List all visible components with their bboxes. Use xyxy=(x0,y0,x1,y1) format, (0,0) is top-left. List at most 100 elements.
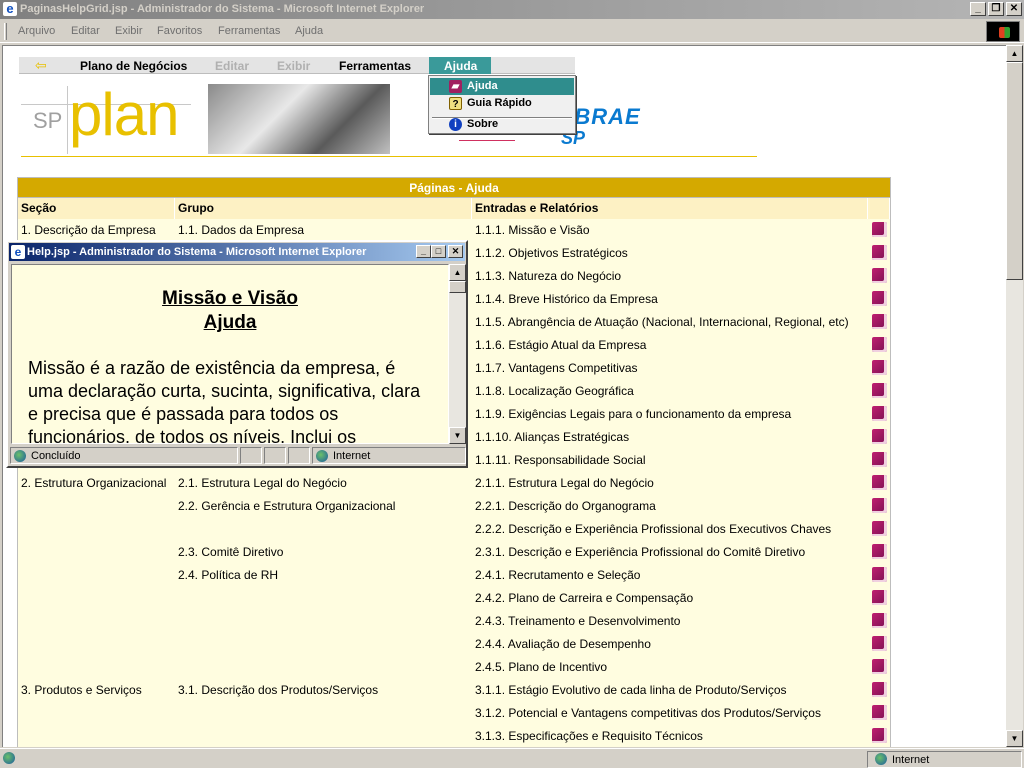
popup-scroll-down-arrow[interactable]: ▼ xyxy=(449,427,466,444)
cell-entrada[interactable]: 1.1.4. Breve Histórico da Empresa xyxy=(472,288,868,311)
help-book-icon[interactable] xyxy=(872,682,887,697)
close-button[interactable]: ✕ xyxy=(1006,2,1022,16)
cell-help xyxy=(870,242,890,265)
popup-scrollbar[interactable]: ▲ ▼ xyxy=(449,264,466,444)
column-header-grupo: Grupo xyxy=(175,198,472,219)
cell-entrada[interactable]: 1.1.9. Exigências Legais para o funciona… xyxy=(472,403,868,426)
help-book-icon[interactable] xyxy=(872,521,887,536)
popup-maximize-button[interactable]: □ xyxy=(431,245,446,258)
cell-entrada[interactable]: 3.1.2. Potencial e Vantagens competitiva… xyxy=(472,702,868,725)
cell-entrada[interactable]: 2.2.1. Descrição do Organograma xyxy=(472,495,868,518)
logo-line xyxy=(67,86,68,154)
help-book-icon[interactable] xyxy=(872,314,887,329)
popup-status-text: Concluído xyxy=(31,450,81,462)
app-nav-bar: ⇦ Plano de Negócios Editar Exibir Ferram… xyxy=(19,57,575,74)
cell-help xyxy=(870,495,890,518)
status-zone-segment xyxy=(867,751,1022,768)
restore-button[interactable]: ❐ xyxy=(988,2,1004,16)
cell-entrada[interactable]: 1.1.8. Localização Geográfica xyxy=(472,380,868,403)
menu-favoritos[interactable]: Favoritos xyxy=(157,25,202,37)
help-book-icon[interactable] xyxy=(872,544,887,559)
help-book-icon[interactable] xyxy=(872,636,887,651)
cell-help xyxy=(870,334,890,357)
table-row: 2.4.3. Treinamento e Desenvolvimento xyxy=(18,610,890,633)
help-book-icon[interactable] xyxy=(872,498,887,513)
cell-entrada[interactable]: 1.1.3. Natureza do Negócio xyxy=(472,265,868,288)
nav-ferramentas[interactable]: Ferramentas xyxy=(339,59,411,73)
nav-ajuda[interactable]: Ajuda xyxy=(429,57,491,74)
popup-close-button[interactable]: ✕ xyxy=(448,245,463,258)
cell-grupo xyxy=(175,518,472,541)
help-book-icon[interactable] xyxy=(872,659,887,674)
dropdown-item-ajuda[interactable]: ▰ Ajuda xyxy=(430,78,574,95)
help-book-icon[interactable] xyxy=(872,705,887,720)
decorative-line xyxy=(459,140,515,141)
menu-ajuda[interactable]: Ajuda xyxy=(295,25,323,37)
help-book-icon[interactable] xyxy=(872,245,887,260)
cell-entrada[interactable]: 2.2.2. Descrição e Experiência Profissio… xyxy=(472,518,868,541)
help-book-icon[interactable] xyxy=(872,406,887,421)
help-book-icon[interactable] xyxy=(872,590,887,605)
help-book-icon[interactable] xyxy=(872,567,887,582)
help-book-icon[interactable] xyxy=(872,475,887,490)
menu-ferramentas[interactable]: Ferramentas xyxy=(218,25,280,37)
popup-zone-text: Internet xyxy=(333,450,371,462)
dropdown-item-guia-rapido[interactable]: ? Guia Rápido xyxy=(430,95,574,112)
dropdown-item-sobre[interactable]: i Sobre xyxy=(430,116,574,133)
help-book-icon[interactable] xyxy=(872,429,887,444)
help-book-icon[interactable] xyxy=(872,728,887,743)
scroll-down-arrow[interactable]: ▼ xyxy=(1006,730,1023,747)
help-book-icon[interactable] xyxy=(872,222,887,237)
cell-entrada[interactable]: 1.1.2. Objetivos Estratégicos xyxy=(472,242,868,265)
page-scrollbar[interactable]: ▲ ▼ xyxy=(1006,45,1023,747)
cell-entrada[interactable]: 1.1.11. Responsabilidade Social xyxy=(472,449,868,472)
cell-secao xyxy=(18,725,175,747)
info-icon: i xyxy=(449,118,462,131)
help-book-icon[interactable] xyxy=(872,452,887,467)
scroll-up-arrow[interactable]: ▲ xyxy=(1006,45,1023,62)
cell-entrada[interactable]: 1.1.7. Vantagens Competitivas xyxy=(472,357,868,380)
ajuda-dropdown-menu: ▰ Ajuda ? Guia Rápido i Sobre xyxy=(428,75,576,134)
minimize-button[interactable]: _ xyxy=(970,2,986,16)
status-segment xyxy=(264,447,286,464)
cell-entrada[interactable]: 3.1.1. Estágio Evolutivo de cada linha d… xyxy=(472,679,868,702)
cell-help xyxy=(870,541,890,564)
menu-arquivo[interactable]: Arquivo xyxy=(18,25,55,37)
nav-plano-de-negocios[interactable]: Plano de Negócios xyxy=(80,59,187,73)
cell-entrada[interactable]: 1.1.1. Missão e Visão xyxy=(472,219,868,242)
cell-entrada[interactable]: 2.4.2. Plano de Carreira e Compensação xyxy=(472,587,868,610)
table-row: 2.2.2. Descrição e Experiência Profissio… xyxy=(18,518,890,541)
help-book-icon[interactable] xyxy=(872,360,887,375)
cell-entrada[interactable]: 1.1.10. Alianças Estratégicas xyxy=(472,426,868,449)
cell-secao: 1. Descrição da Empresa xyxy=(21,223,156,237)
menu-exibir[interactable]: Exibir xyxy=(115,25,143,37)
nav-editar[interactable]: Editar xyxy=(215,59,249,73)
nav-exibir[interactable]: Exibir xyxy=(277,59,310,73)
banner-divider xyxy=(21,156,757,157)
cell-entrada[interactable]: 1.1.5. Abrangência de Atuação (Nacional,… xyxy=(472,311,868,334)
help-book-icon[interactable] xyxy=(872,291,887,306)
help-book-icon[interactable] xyxy=(872,383,887,398)
menu-editar[interactable]: Editar xyxy=(71,25,100,37)
cell-entrada[interactable]: 1.1.6. Estágio Atual da Empresa xyxy=(472,334,868,357)
cell-help xyxy=(870,633,890,656)
cell-entrada[interactable]: 3.1.3. Especificações e Requisito Técnic… xyxy=(472,725,868,747)
cell-secao xyxy=(18,633,175,656)
cell-help xyxy=(870,610,890,633)
cell-entrada[interactable]: 2.3.1. Descrição e Experiência Profissio… xyxy=(472,541,868,564)
popup-scroll-up-arrow[interactable]: ▲ xyxy=(449,264,466,281)
back-arrow-icon[interactable]: ⇦ xyxy=(35,58,53,72)
help-book-icon[interactable] xyxy=(872,268,887,283)
status-bar: Internet xyxy=(0,748,1024,768)
help-book-icon[interactable] xyxy=(872,337,887,352)
logo-sp: SP xyxy=(33,108,63,133)
popup-minimize-button[interactable]: _ xyxy=(416,245,431,258)
cell-entrada[interactable]: 2.4.4. Avaliação de Desempenho xyxy=(472,633,868,656)
cell-entrada[interactable]: 2.4.5. Plano de Incentivo xyxy=(472,656,868,679)
cell-entrada[interactable]: 2.4.1. Recrutamento e Seleção xyxy=(472,564,868,587)
cell-entrada[interactable]: 2.4.3. Treinamento e Desenvolvimento xyxy=(472,610,868,633)
cell-entrada[interactable]: 2.1.1. Estrutura Legal do Negócio xyxy=(472,472,868,495)
popup-scroll-thumb[interactable] xyxy=(449,281,466,293)
scroll-thumb[interactable] xyxy=(1006,62,1023,280)
help-book-icon[interactable] xyxy=(872,613,887,628)
